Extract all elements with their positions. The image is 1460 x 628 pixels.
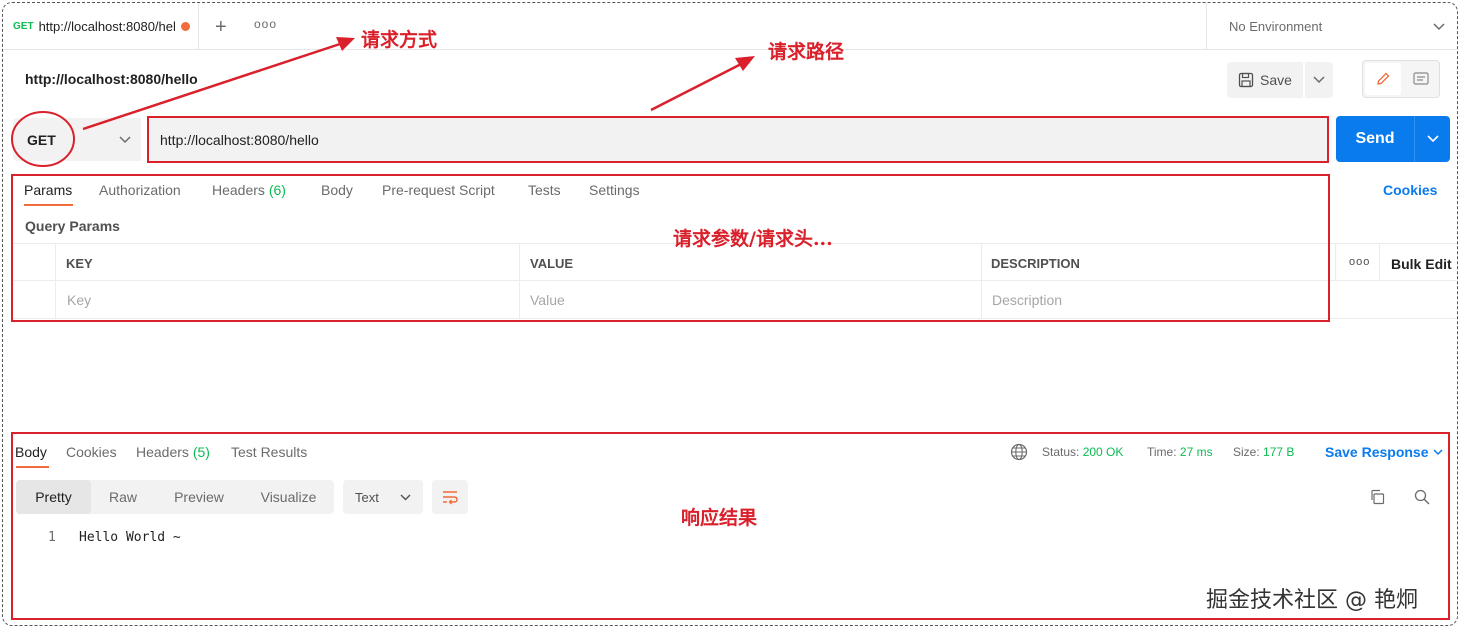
annotation-path-arrow <box>650 59 748 112</box>
annotation-params-label: 请求参数/请求头... <box>673 228 833 250</box>
annotation-result-label: 响应结果 <box>681 507 758 529</box>
watermark: 掘金技术社区 @ 艳炯 <box>1206 588 1418 613</box>
annotation-path-arrowhead <box>735 56 755 71</box>
annotation-overlay <box>11 37 755 167</box>
app-frame: GET http://localhost:8080/hello + ooo No… <box>2 2 1458 626</box>
annotation-method-label: 请求方式 <box>361 29 438 51</box>
annotation-method-arrow <box>82 39 350 131</box>
annotation-method-circle <box>11 111 75 167</box>
annotation-path-label: 请求路径 <box>768 41 845 63</box>
